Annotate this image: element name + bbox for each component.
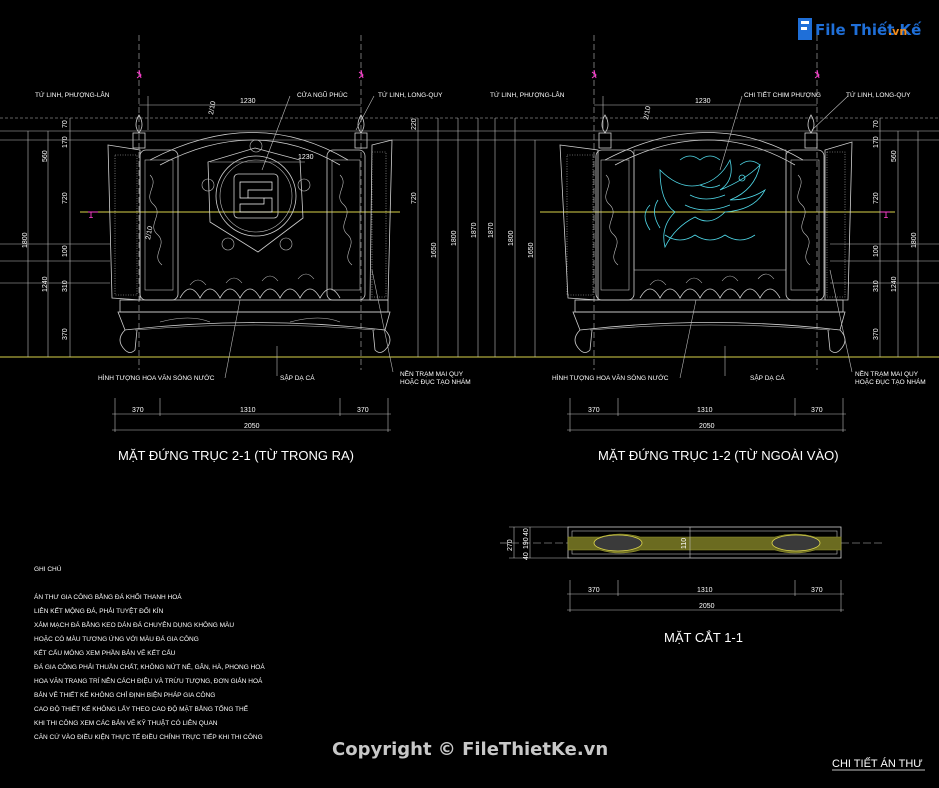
dim-rr-560: 560 bbox=[891, 150, 898, 162]
dim-rb-370b: 370 bbox=[811, 407, 823, 414]
dim-l-70: 70 bbox=[62, 120, 69, 128]
label-hoa-van-song-nuoc-r: HÌNH TƯỢNG HOA VĂN SÓNG NƯỚC bbox=[552, 373, 669, 382]
dim-top-1230-r: 1230 bbox=[695, 98, 711, 105]
note-line: CĂN CỨ VÀO ĐIỀU KIỆN THỰC TẾ ĐIỀU CHỈNH … bbox=[34, 731, 263, 741]
dim-l-100: 100 bbox=[62, 245, 69, 257]
section-1-1: 110 270 40 190 40 370 1310 370 2050 MẶT … bbox=[500, 526, 885, 645]
dim-b-370a: 370 bbox=[132, 407, 144, 414]
note-line: HOA VĂN TRANG TRÍ NÊN CÁCH ĐIỆU VÀ TRỪU … bbox=[34, 676, 263, 685]
section-title: MẶT CẮT 1-1 bbox=[664, 630, 743, 645]
label-nen-tram-1: NỀN TRẠM MAI QUY bbox=[400, 368, 464, 378]
note-line: HOẶC CÓ MÀU TƯƠNG ỨNG VỚI MÀU ĐÁ GIA CÔN… bbox=[34, 634, 199, 643]
dim-b-370b: 370 bbox=[357, 407, 369, 414]
note-line: BẢN VẼ THIẾT KẾ KHÔNG CHỈ ĐỊNH BIỆN PHÁP… bbox=[34, 689, 215, 699]
copyright-watermark: Copyright © FileThietKe.vn bbox=[332, 739, 608, 760]
dim-rl-1650: 1650 bbox=[528, 242, 535, 258]
filethietke-logo: File Thiết Kế .vn bbox=[798, 18, 922, 40]
dim-sec-40a: 40 bbox=[523, 528, 530, 536]
elevation-right-title: MẶT ĐỨNG TRỤC 1-2 (TỪ NGOÀI VÀO) bbox=[598, 448, 839, 463]
note-line: ÁN THƯ GIA CÔNG BẰNG ĐÁ KHỐI THANH HOÁ bbox=[34, 591, 182, 601]
dim-sec-270: 270 bbox=[507, 539, 514, 551]
dim-r-1800: 1800 bbox=[451, 230, 458, 246]
sheet-title: CHI TIẾT ÁN THƯ bbox=[832, 757, 923, 770]
dim-rb-1310: 1310 bbox=[697, 407, 713, 414]
dim-r-720: 720 bbox=[411, 192, 418, 204]
note-line: KẾT CẤU MÓNG XEM PHẦN BẢN VẼ KẾT CẤU bbox=[34, 647, 176, 657]
dim-l-310: 310 bbox=[62, 280, 69, 292]
elevation-left: TỨ LINH, PHƯỢNG-LÂN CỬA NGŨ PHÚC TỨ LINH… bbox=[22, 35, 479, 463]
note-line: XẢM MẠCH ĐÁ BẰNG KEO DÁN ĐÁ CHUYÊN DỤNG … bbox=[34, 620, 234, 629]
dim-rr-310: 310 bbox=[873, 280, 880, 292]
label-tu-linh-phuong-lan: TỨ LINH, PHƯỢNG-LÂN bbox=[35, 90, 110, 99]
note-line: KHI THI CÔNG XEM CÁC BẢN VẼ KỸ THUẬT CÓ … bbox=[34, 718, 218, 727]
dim-l-1240: 1240 bbox=[42, 276, 49, 292]
dim-sec-1310: 1310 bbox=[697, 587, 713, 594]
dim-sec-370b: 370 bbox=[811, 587, 823, 594]
dim-rr-1240: 1240 bbox=[891, 276, 898, 292]
label-nen-tram-1-r: NỀN TRẠM MAI QUY bbox=[855, 368, 919, 378]
drawing-svg: File Thiết Kế .vn 1 1 TỨ LINH, PHƯỢNG-LÂ… bbox=[0, 18, 939, 771]
dim-top-1230a: 1230 bbox=[240, 98, 256, 105]
note-line: ĐÁ GIA CÔNG PHẢI THUẦN CHẤT, KHÔNG NỨT N… bbox=[34, 661, 265, 671]
note-line: CAO ĐỘ THIẾT KẾ KHÔNG LẤY THEO CAO ĐỘ MẶ… bbox=[34, 703, 249, 713]
dim-l-1800: 1800 bbox=[22, 232, 29, 248]
label-tu-linh-long-quy-r: TỨ LINH, LONG-QUY bbox=[846, 90, 911, 99]
notes-block: GHI CHÚ ÁN THƯ GIA CÔNG BẰNG ĐÁ KHỐI THA… bbox=[34, 564, 265, 741]
cad-drawing-canvas: { "logo": { "text": "File Thiết Kế", "do… bbox=[0, 0, 939, 788]
label-cua-ngu-phuc: CỬA NGŨ PHÚC bbox=[297, 90, 348, 99]
label-chi-tiet-chim-phuong: CHI TIẾT CHIM PHƯỢNG bbox=[744, 89, 821, 99]
dim-r-1650: 1650 bbox=[431, 242, 438, 258]
dim-rr-1800: 1800 bbox=[911, 232, 918, 248]
label-sap-da-ca-r: SẬP DẠ CÁ bbox=[750, 373, 785, 382]
dim-sec-190: 190 bbox=[523, 537, 530, 549]
dim-inner-a: 2/10 bbox=[208, 101, 217, 116]
dim-sec-370a: 370 bbox=[588, 587, 600, 594]
dim-rr-100: 100 bbox=[873, 245, 880, 257]
dim-rl-1800: 1800 bbox=[508, 230, 515, 246]
dim-rl-1870: 1870 bbox=[488, 222, 495, 238]
elevation-left-title: MẶT ĐỨNG TRỤC 2-1 (TỪ TRONG RA) bbox=[118, 448, 354, 463]
dim-top-1230b: 1230 bbox=[298, 154, 314, 161]
dim-sec-2050: 2050 bbox=[699, 603, 715, 610]
notes-heading: GHI CHÚ bbox=[34, 564, 62, 573]
dim-r-1870: 1870 bbox=[471, 222, 478, 238]
guide-lines: 1 1 bbox=[0, 117, 939, 358]
note-line: LIÊN KẾT MỘNG ĐÁ, PHẢI TUYỆT ĐỐI KÍN bbox=[34, 605, 164, 615]
label-tu-linh-phuong-lan-r: TỨ LINH, PHƯỢNG-LÂN bbox=[490, 90, 565, 99]
dim-r-220: 220 bbox=[411, 118, 418, 130]
dim-l-170: 170 bbox=[62, 136, 69, 148]
dim-rr-70: 70 bbox=[873, 120, 880, 128]
dim-l-370: 370 bbox=[62, 328, 69, 340]
label-hoa-van-song-nuoc: HÌNH TƯỢNG HOA VĂN SÓNG NƯỚC bbox=[98, 373, 215, 382]
dim-rr-720: 720 bbox=[873, 192, 880, 204]
dim-b-1310: 1310 bbox=[240, 407, 256, 414]
dim-l-560: 560 bbox=[42, 150, 49, 162]
dim-rr-370: 370 bbox=[873, 328, 880, 340]
label-nen-tram-2: HOẶC ĐỤC TẠO NHÁM bbox=[400, 377, 471, 386]
dim-inner-b: 2/10 bbox=[145, 226, 154, 241]
dim-b-2050: 2050 bbox=[244, 423, 260, 430]
label-sap-da-ca: SẬP DẠ CÁ bbox=[280, 373, 315, 382]
label-tu-linh-long-quy: TỨ LINH, LONG-QUY bbox=[378, 90, 443, 99]
dim-rr-170: 170 bbox=[873, 136, 880, 148]
dim-rb-2050: 2050 bbox=[699, 423, 715, 430]
label-nen-tram-2-r: HOẶC ĐỤC TẠO NHÁM bbox=[855, 377, 926, 386]
dim-rb-370a: 370 bbox=[588, 407, 600, 414]
dim-sec-110: 110 bbox=[681, 538, 688, 549]
dim-sec-40b: 40 bbox=[523, 552, 530, 560]
logo-domain: .vn bbox=[888, 25, 907, 38]
phoenix-carving bbox=[644, 155, 767, 249]
dim-l-720: 720 bbox=[62, 192, 69, 204]
elevation-right: TỨ LINH, PHƯỢNG-LÂN CHI TIẾT CHIM PHƯỢNG… bbox=[488, 35, 926, 463]
